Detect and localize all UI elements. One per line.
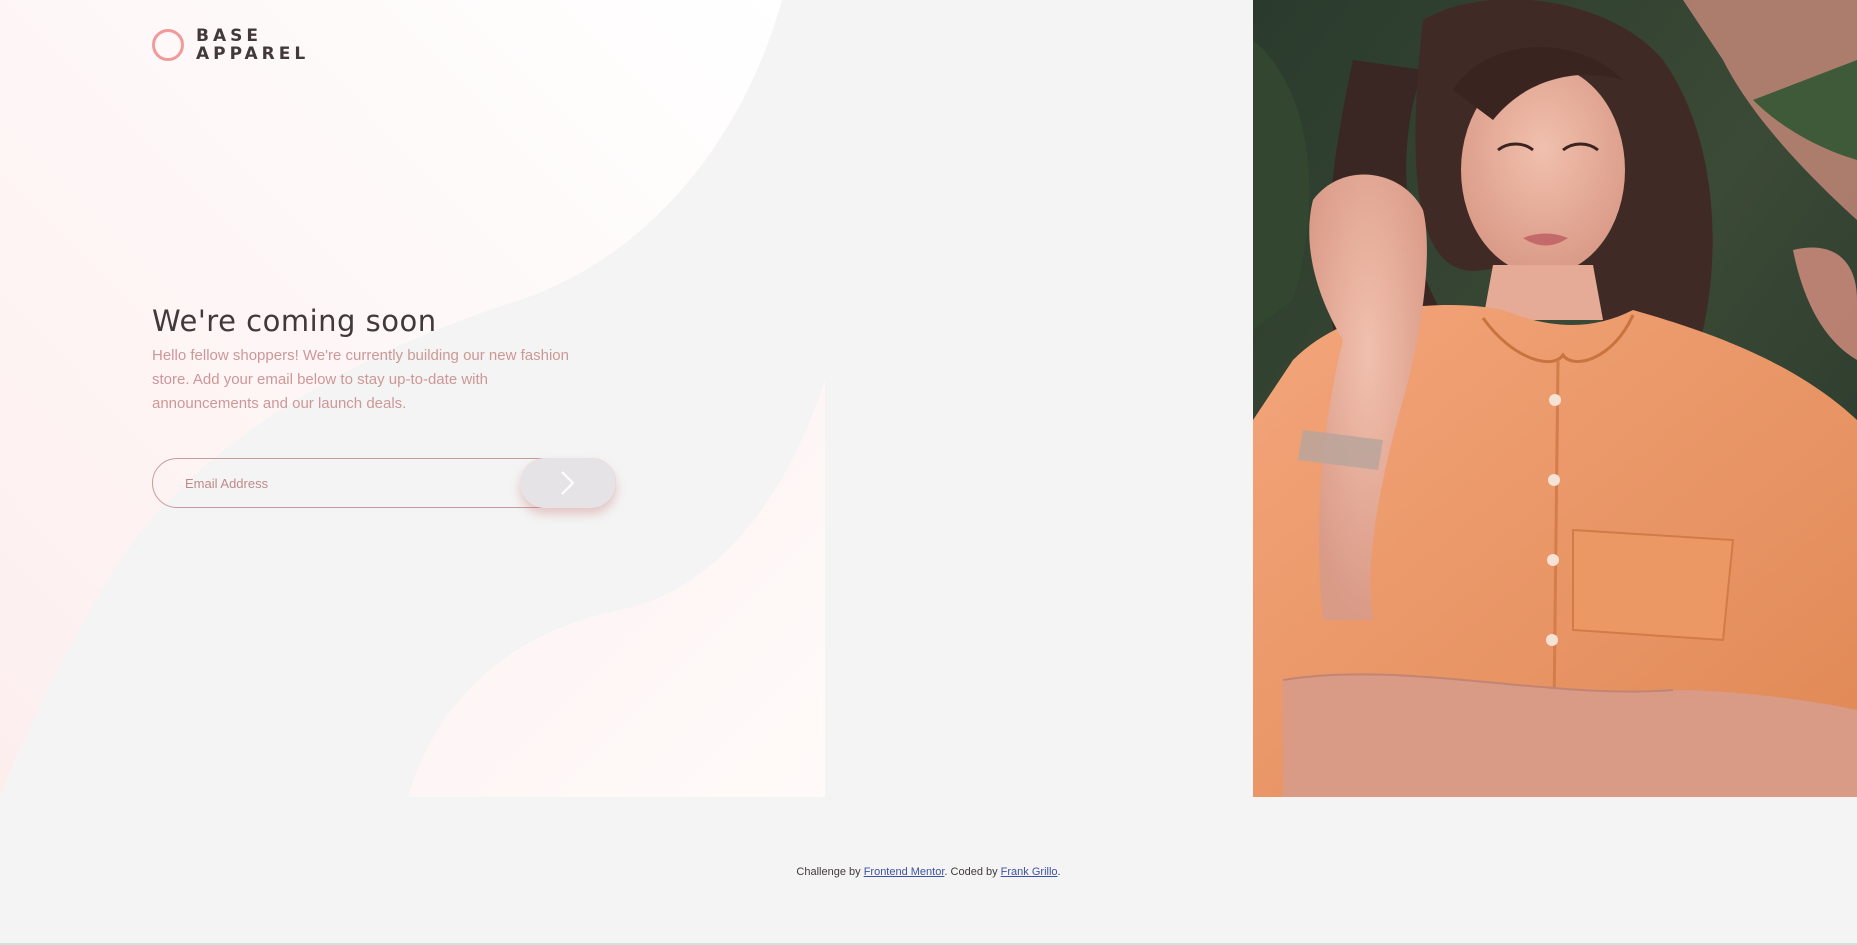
- footer-suffix: .: [1057, 866, 1061, 878]
- author-link[interactable]: Frank Grillo: [1001, 866, 1058, 878]
- page-footer: Challenge by Frontend Mentor. Coded by F…: [0, 866, 1857, 878]
- logo-ring-icon: [152, 29, 184, 61]
- page-description: Hello fellow shoppers! We're currently b…: [152, 347, 569, 412]
- hero-section: BASE APPAREL We're coming soon Hello fel…: [0, 0, 1857, 797]
- hero-photo: [1253, 0, 1857, 797]
- brand-line-2: APPAREL: [196, 44, 310, 64]
- brand-logo[interactable]: BASE APPAREL: [152, 27, 309, 63]
- submit-button[interactable]: [520, 458, 616, 508]
- coming-soon-page: BASE APPAREL We're coming soon Hello fel…: [0, 0, 1857, 945]
- footer-prefix: Challenge by: [796, 866, 864, 878]
- brand-wordmark: BASE APPAREL: [196, 27, 309, 63]
- page-title: We're coming soon: [152, 304, 437, 338]
- footer-middle: . Coded by: [944, 866, 1001, 878]
- frontend-mentor-link[interactable]: Frontend Mentor: [864, 866, 945, 878]
- brand-line-1: BASE: [196, 26, 262, 46]
- email-signup-form: [152, 458, 616, 508]
- arrow-right-icon: [561, 471, 575, 495]
